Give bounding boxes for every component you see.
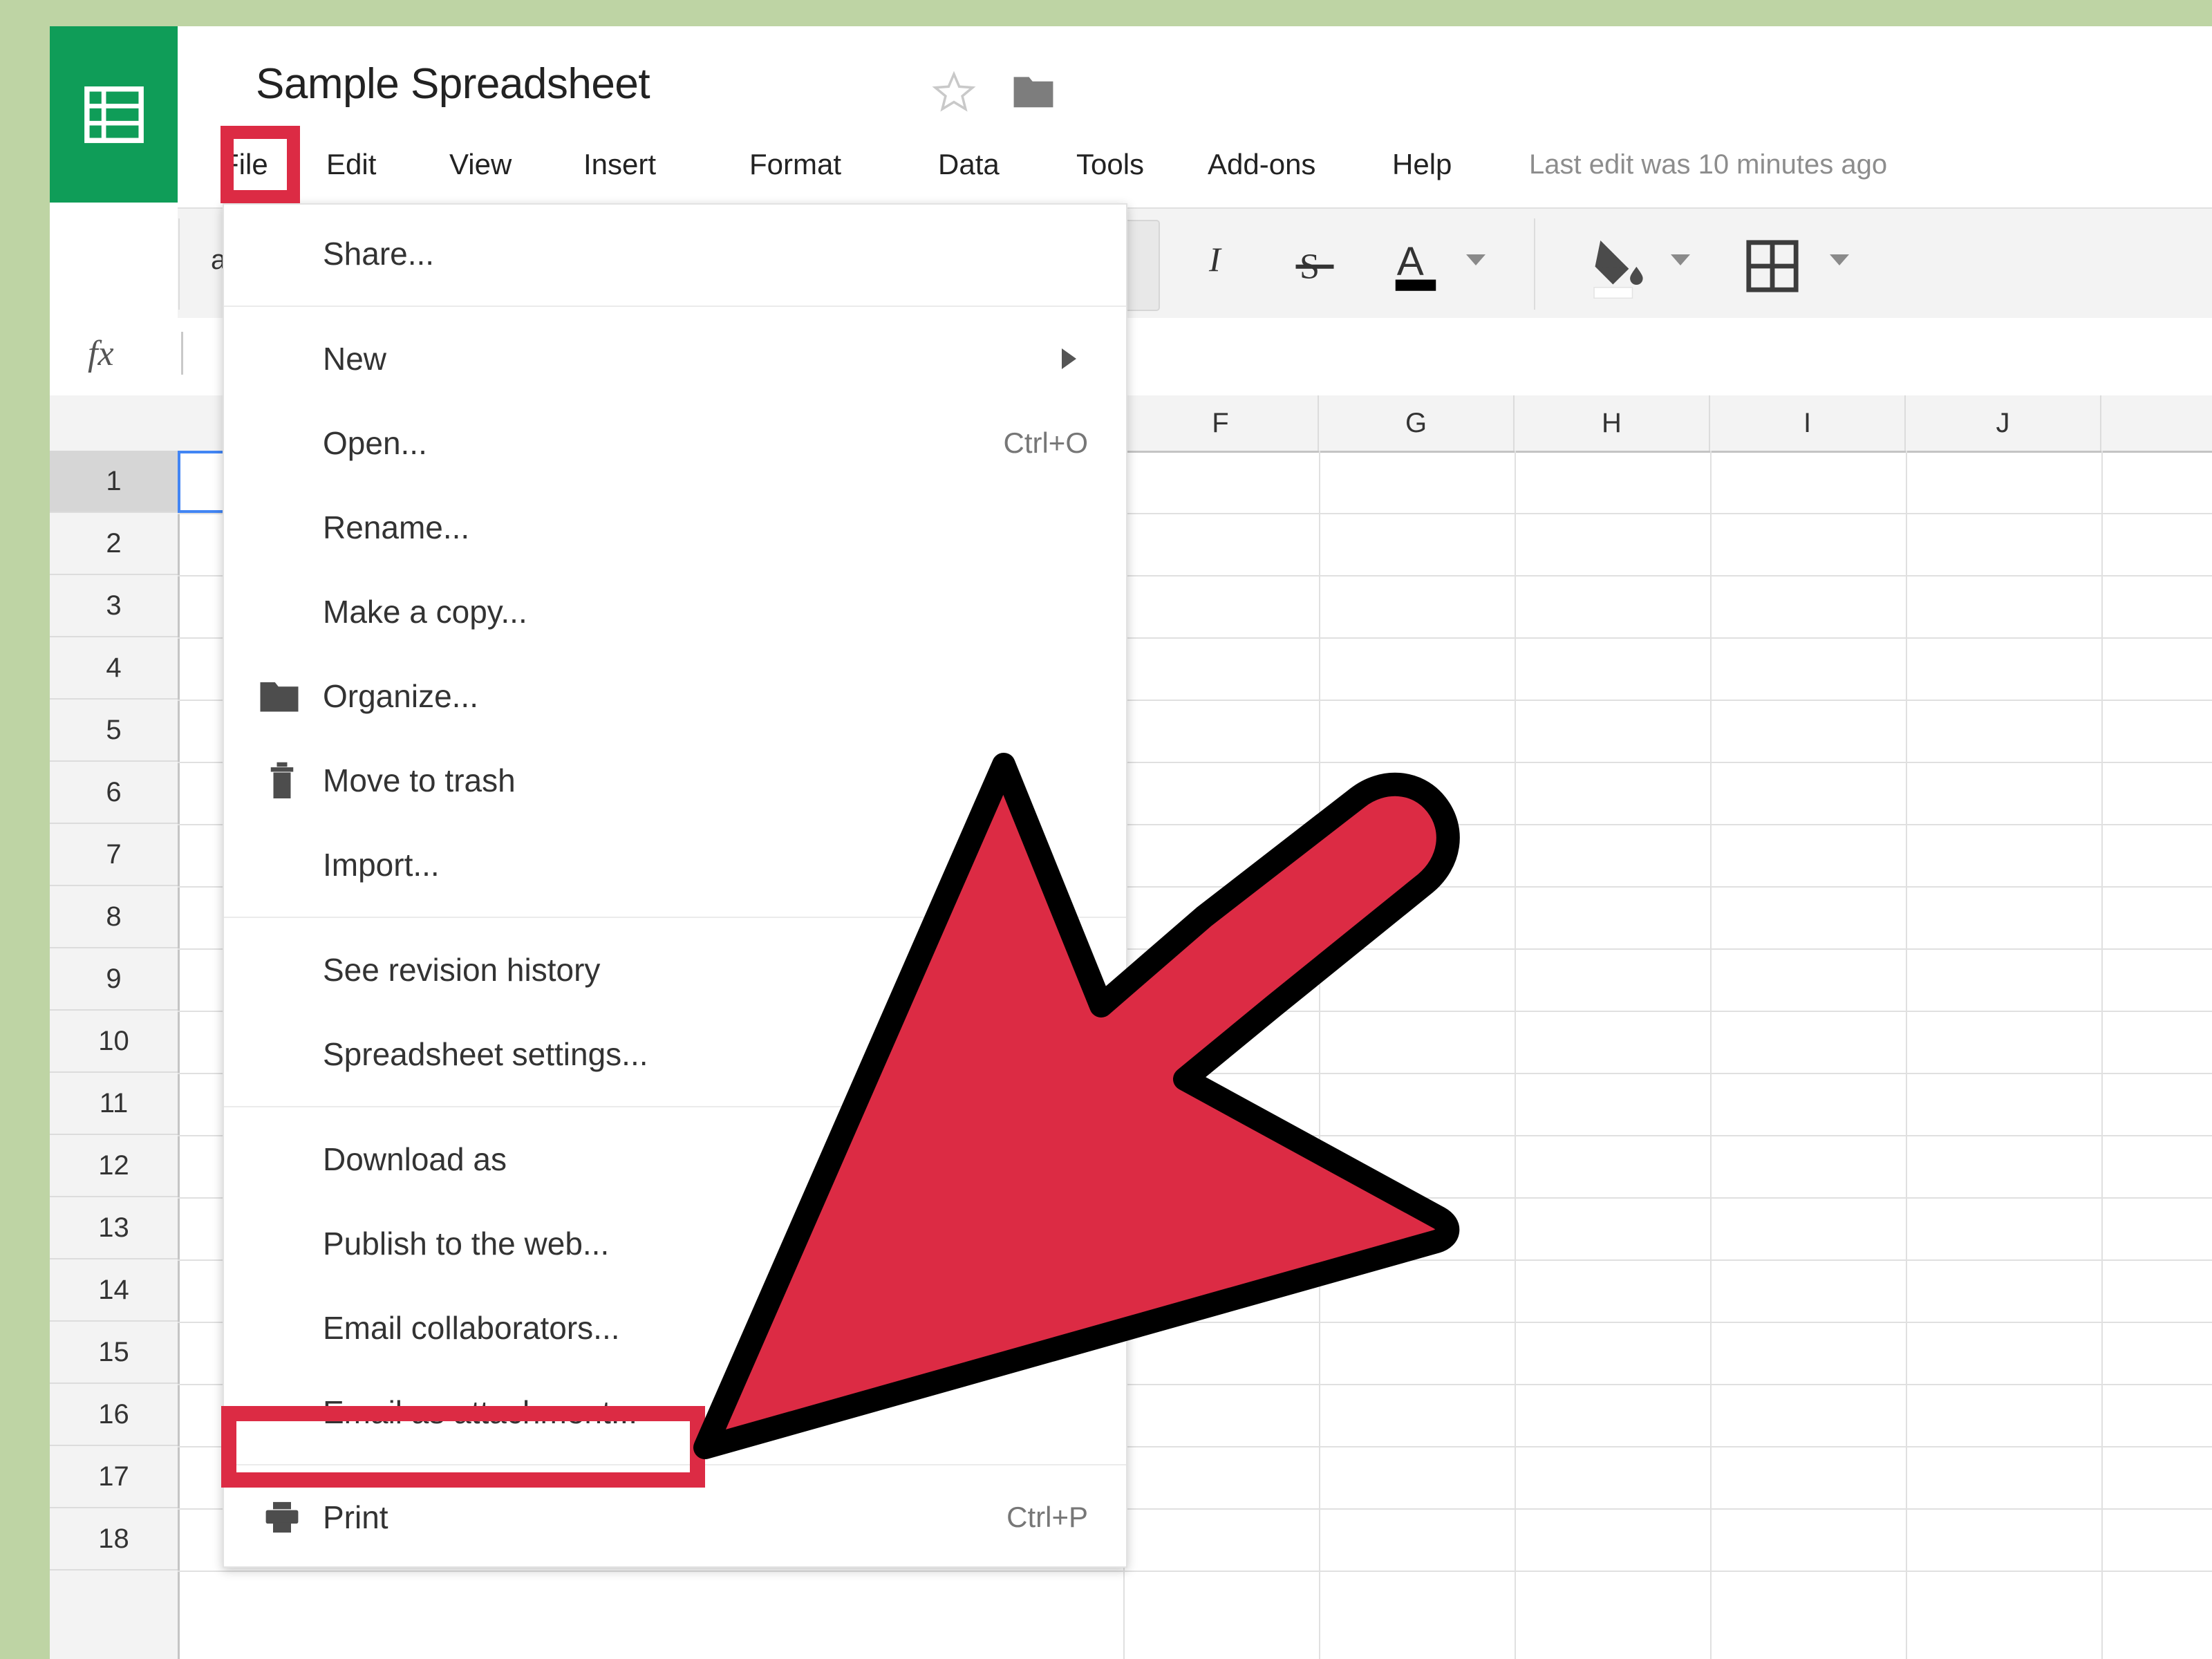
last-edit-status[interactable]: Last edit was 10 minutes ago [1529, 149, 1887, 180]
row-header-4[interactable]: 4 [50, 637, 178, 700]
paint-bucket-icon[interactable] [1586, 232, 1653, 302]
row-header-1[interactable]: 1 [50, 451, 178, 513]
shortcut-open: Ctrl+O [1003, 427, 1088, 459]
menu-option-publish-to-the-web[interactable]: Publish to the web... [224, 1201, 1126, 1286]
chevron-down-icon[interactable] [1830, 254, 1849, 265]
row-header-12[interactable]: 12 [50, 1135, 178, 1197]
menu-option-email-collaborators[interactable]: Email collaborators... [224, 1286, 1126, 1370]
spreadsheet-app-window: Sample Spreadsheet File Edit View Insert… [50, 26, 2212, 1659]
svg-text:A: A [1397, 239, 1424, 284]
row-header-13[interactable]: 13 [50, 1197, 178, 1259]
sheets-grid-icon [84, 86, 144, 143]
row-header-14[interactable]: 14 [50, 1259, 178, 1322]
folder-icon [259, 679, 300, 713]
menu-option-move-to-trash[interactable]: Move to trash [224, 738, 1126, 823]
row-header-column: 1 2 3 4 5 6 7 8 9 10 11 12 13 14 15 16 1… [50, 451, 180, 1659]
row-header-10[interactable]: 10 [50, 1011, 178, 1073]
trash-icon [268, 761, 296, 800]
column-header-i[interactable]: I [1710, 395, 1906, 451]
file-menu-highlight-box [221, 126, 300, 203]
menu-option-make-a-copy[interactable]: Make a copy... [224, 570, 1126, 654]
printer-icon [264, 1501, 300, 1534]
menu-option-print[interactable]: Print Ctrl+P [224, 1475, 1126, 1559]
text-color-button[interactable]: A [1389, 236, 1443, 299]
row-header-11[interactable]: 11 [50, 1073, 178, 1135]
column-header-h[interactable]: H [1515, 395, 1710, 451]
menu-item-insert[interactable]: Insert [583, 148, 656, 181]
menu-item-view[interactable]: View [449, 148, 512, 181]
menu-item-format[interactable]: Format [749, 148, 841, 181]
row-header-5[interactable]: 5 [50, 700, 178, 762]
row-header-15[interactable]: 15 [50, 1322, 178, 1384]
menu-item-data[interactable]: Data [938, 148, 1000, 181]
column-header-j[interactable]: J [1906, 395, 2101, 451]
menu-option-rename[interactable]: Rename... [224, 485, 1126, 570]
row-header-3[interactable]: 3 [50, 575, 178, 637]
menu-option-open[interactable]: Open... Ctrl+O [224, 401, 1126, 485]
chevron-right-icon [1062, 348, 1076, 369]
column-header-f[interactable]: F [1123, 395, 1319, 451]
menu-separator [224, 917, 1126, 918]
column-header-k[interactable] [2101, 395, 2212, 451]
menu-item-tools[interactable]: Tools [1076, 148, 1144, 181]
star-outline-icon[interactable] [931, 69, 977, 118]
chevron-down-icon[interactable] [1466, 254, 1485, 265]
folder-icon[interactable] [1012, 73, 1055, 113]
row-header-18[interactable]: 18 [50, 1508, 178, 1571]
menu-option-new[interactable]: New [224, 317, 1126, 401]
row-header-8[interactable]: 8 [50, 886, 178, 948]
menu-bar: File Edit View Insert Format Data Tools … [178, 131, 2212, 207]
strikethrough-button[interactable]: S [1291, 242, 1339, 291]
row-header-17[interactable]: 17 [50, 1446, 178, 1508]
menu-item-addons[interactable]: Add-ons [1208, 148, 1315, 181]
menu-option-spreadsheet-settings[interactable]: Spreadsheet settings... [224, 1012, 1126, 1096]
shortcut-revision-history: Ctrl+Alt [975, 953, 1071, 986]
formula-bar-divider [181, 332, 183, 375]
menu-option-organize[interactable]: Organize... [224, 654, 1126, 738]
page-title[interactable]: Sample Spreadsheet [256, 59, 650, 109]
sheets-logo-rail[interactable] [50, 26, 178, 203]
column-header-g[interactable]: G [1319, 395, 1515, 451]
chevron-down-icon[interactable] [1671, 254, 1690, 265]
menu-item-edit[interactable]: Edit [326, 148, 376, 181]
row-header-7[interactable]: 7 [50, 824, 178, 886]
menu-option-import[interactable]: Import... [224, 823, 1126, 907]
menu-option-see-revision-history[interactable]: See revision history Ctrl+Alt [224, 928, 1126, 1012]
row-header-16[interactable]: 16 [50, 1384, 178, 1446]
row-header-9[interactable]: 9 [50, 948, 178, 1011]
fx-label: fx [88, 334, 114, 373]
email-as-attachment-highlight-box [221, 1406, 705, 1488]
menu-option-download-as[interactable]: Download as [224, 1117, 1126, 1201]
italic-button[interactable]: I [1209, 239, 1221, 279]
shortcut-print: Ctrl+P [1006, 1501, 1088, 1533]
row-header-6[interactable]: 6 [50, 762, 178, 824]
select-all-corner[interactable] [50, 395, 180, 453]
file-dropdown-menu[interactable]: Share... New Open... Ctrl+O Rename... Ma… [223, 203, 1127, 1568]
borders-grid-icon[interactable] [1744, 238, 1801, 298]
menu-separator [224, 1106, 1126, 1107]
menu-item-help[interactable]: Help [1392, 148, 1452, 181]
title-row: Sample Spreadsheet [178, 26, 2212, 137]
menu-separator [224, 306, 1126, 307]
row-header-2[interactable]: 2 [50, 513, 178, 575]
menu-option-share[interactable]: Share... [224, 212, 1126, 296]
